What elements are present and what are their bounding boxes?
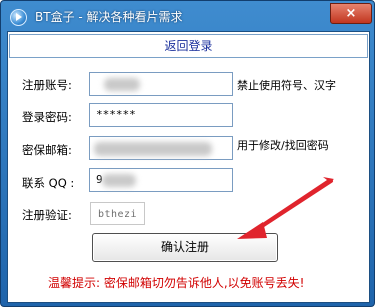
red-arrow-icon	[237, 177, 334, 239]
app-window: BT盒子 - 解决各种看片需求 × 返回登录 注册账号: 禁止使用符号、汉字 登…	[0, 0, 375, 307]
